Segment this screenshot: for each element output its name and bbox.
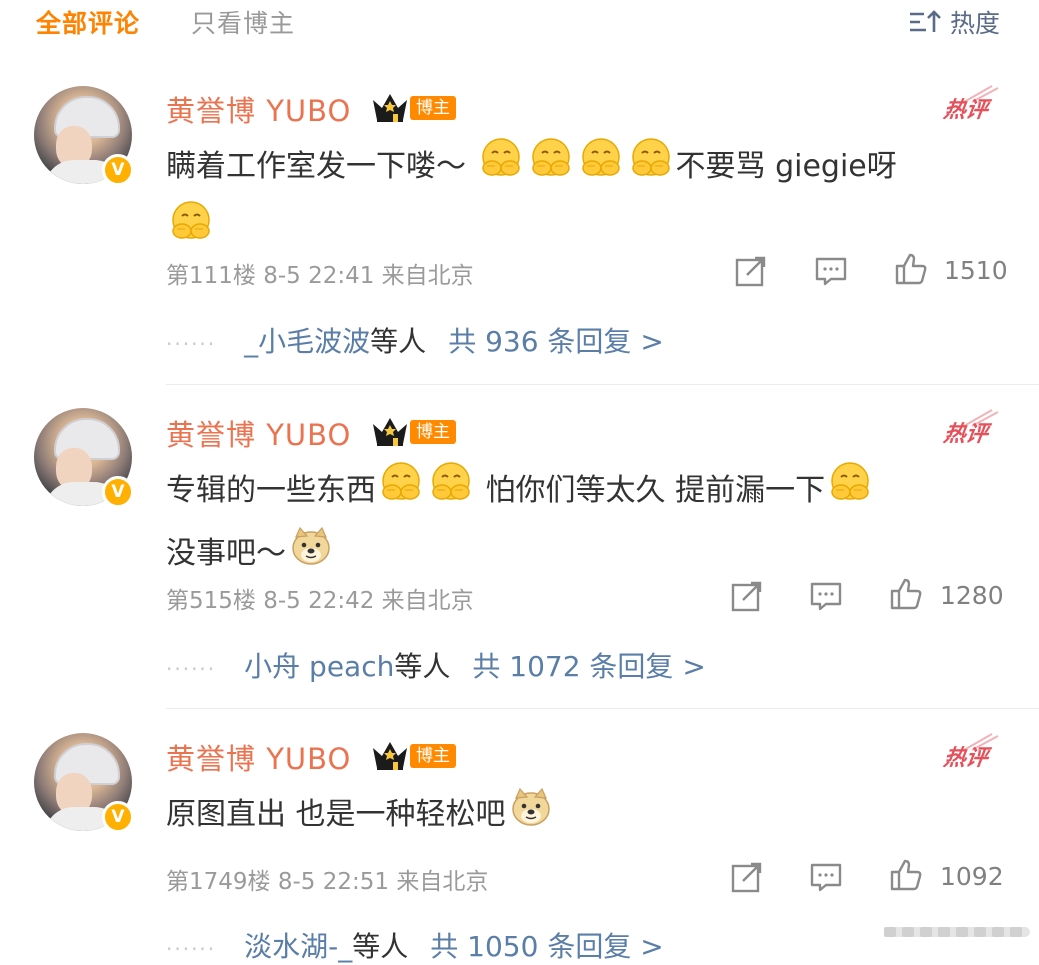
face-covering-mouth-emoji xyxy=(528,136,574,199)
reply-summary[interactable]: ······ _小毛波波 等人 共 936 条回复 > xyxy=(166,320,664,360)
comment-tabs: 全部评论 只看博主 热度 xyxy=(0,0,1039,50)
doge-emoji xyxy=(508,784,554,847)
verified-v-icon: V xyxy=(102,801,134,833)
sort-button[interactable]: 热度 xyxy=(908,4,1000,40)
share-icon[interactable] xyxy=(729,859,765,895)
comment-text: 瞒着工作室发一下喽～ 不要骂 giegie呀 xyxy=(166,136,996,262)
reply-etc: 等人 xyxy=(370,325,427,358)
face-covering-mouth-emoji xyxy=(628,136,674,199)
comment-text-part: 专辑的一些东西 xyxy=(166,473,376,508)
reply-etc: 等人 xyxy=(394,650,451,683)
author-name[interactable]: 黄誉博 YUBO xyxy=(166,736,351,778)
thumbs-up-icon[interactable] xyxy=(888,857,924,893)
comment-text: 专辑的一些东西 怕你们等太久 提前漏一下 没事吧～ xyxy=(166,460,996,586)
share-icon[interactable] xyxy=(733,253,769,289)
share-icon[interactable] xyxy=(729,578,765,614)
comment-text-part: 不要骂 giegie呀 xyxy=(675,149,897,184)
divider xyxy=(166,708,1039,709)
comment-meta: 第515楼 8-5 22:42 来自北京 xyxy=(166,588,474,614)
face-covering-mouth-emoji xyxy=(827,460,873,523)
hot-comment-badge: 热评 xyxy=(941,746,990,771)
thumbs-up-icon[interactable] xyxy=(888,576,924,612)
comment-meta: 第111楼 8-5 22:41 来自北京 xyxy=(166,263,474,289)
crown-icon xyxy=(370,738,410,772)
comment-icon[interactable] xyxy=(808,578,844,614)
owner-tag: 博主 xyxy=(410,96,456,120)
like-count: 1092 xyxy=(940,862,1004,891)
horizontal-scrollbar[interactable] xyxy=(884,927,1030,937)
face-covering-mouth-emoji xyxy=(478,136,524,199)
crown-icon xyxy=(370,90,410,124)
comment-text-part: 怕你们等太久 提前漏一下 xyxy=(485,473,826,508)
reply-summary[interactable]: ······ 小舟 peach 等人 共 1072 条回复 > xyxy=(166,645,706,685)
hot-comment-badge: 热评 xyxy=(941,98,990,123)
thumbs-up-icon[interactable] xyxy=(893,251,929,287)
reply-users[interactable]: _小毛波波 xyxy=(244,320,370,360)
tab-all-comments[interactable]: 全部评论 xyxy=(36,4,140,40)
reply-summary[interactable]: ······ 淡水湖-_ 等人 共 1050 条回复 > xyxy=(166,925,664,965)
face-covering-mouth-emoji xyxy=(578,136,624,199)
reply-count-link[interactable]: 共 1050 条回复 > xyxy=(430,925,663,965)
face-covering-mouth-emoji xyxy=(378,460,424,523)
divider xyxy=(166,384,1039,385)
tab-owner-only[interactable]: 只看博主 xyxy=(191,4,295,40)
comment-text: 原图直出 也是一种轻松吧 xyxy=(166,784,996,847)
comment-text-part: 瞒着工作室发一下喽～ xyxy=(166,149,466,184)
sort-bars-icon xyxy=(910,10,941,32)
owner-tag: 博主 xyxy=(410,744,456,768)
comment-meta: 第1749楼 8-5 22:51 来自北京 xyxy=(166,869,489,895)
crown-icon xyxy=(370,414,410,448)
verified-v-icon: V xyxy=(102,154,134,186)
comment-icon[interactable] xyxy=(813,253,849,289)
reply-count-link[interactable]: 共 1072 条回复 > xyxy=(472,645,705,685)
doge-emoji xyxy=(288,523,334,586)
face-covering-mouth-emoji xyxy=(168,199,214,262)
author-name[interactable]: 黄誉博 YUBO xyxy=(166,88,351,130)
comment-text-part: 原图直出 也是一种轻松吧 xyxy=(166,797,506,832)
verified-v-icon: V xyxy=(102,476,134,508)
reply-etc: 等人 xyxy=(352,930,409,963)
reply-count-link[interactable]: 共 936 条回复 > xyxy=(448,320,664,360)
reply-users[interactable]: 小舟 peach xyxy=(244,645,394,685)
comment-icon[interactable] xyxy=(808,859,844,895)
author-name[interactable]: 黄誉博 YUBO xyxy=(166,412,351,454)
owner-tag: 博主 xyxy=(410,420,456,444)
comment-text-part: 没事吧～ xyxy=(166,536,286,571)
reply-users[interactable]: 淡水湖-_ xyxy=(244,925,352,965)
hot-comment-badge: 热评 xyxy=(941,422,990,447)
sort-label: 热度 xyxy=(950,9,1001,38)
face-covering-mouth-emoji xyxy=(428,460,474,523)
like-count: 1510 xyxy=(944,256,1008,285)
like-count: 1280 xyxy=(940,581,1004,610)
